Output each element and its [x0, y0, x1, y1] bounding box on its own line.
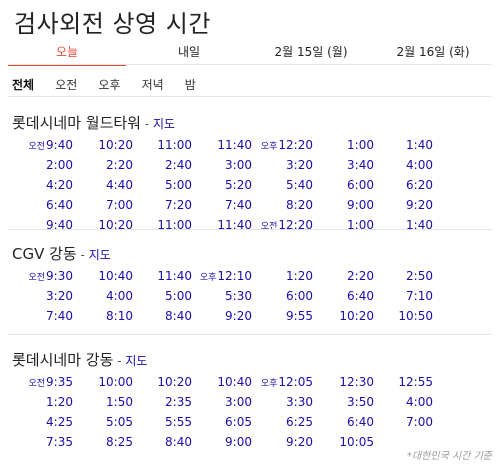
showtime-link[interactable]: 10:05 — [302, 435, 374, 449]
timezone-note: *대한민국 시간 기준 — [407, 451, 492, 462]
showtime-value: 9:20 — [406, 198, 433, 212]
showtime-link[interactable]: 7:10 — [361, 289, 433, 303]
showtime-link[interactable]: 7:00 — [361, 415, 433, 429]
showtime-value: 7:00 — [406, 415, 433, 429]
showtime-link[interactable]: 12:55 — [361, 375, 433, 389]
date-tabs-divider — [8, 64, 492, 65]
filter-morning[interactable]: 오전 — [55, 76, 77, 93]
map-link[interactable]: 지도 — [125, 354, 147, 368]
theater-title: CGV 강동 — [12, 245, 77, 263]
theater-name: 롯데시네마 강동 - 지도 — [12, 349, 147, 370]
showtime-value: 10:05 — [339, 435, 374, 449]
showtime-row: 6:40 7:00 7:20 7:40 8:20 9:00 9:20 — [0, 198, 500, 214]
filter-all[interactable]: 전체 — [12, 76, 34, 93]
showtime-row: 7:40 8:10 8:40 9:20 9:55 10:20 10:50 — [0, 309, 500, 325]
showtime-row: 3:20 4:00 5:00 5:30 6:00 6:40 7:10 — [0, 289, 500, 305]
showtime-value: 4:00 — [406, 395, 433, 409]
tab-tomorrow[interactable]: 내일 — [130, 42, 248, 64]
ampm-prefix: 오후 — [199, 273, 217, 283]
showtime-row: 9:40 10:20 11:00 11:40 오전12:20 1:00 1:40 — [0, 218, 500, 234]
showtime-link[interactable]: 9:20 — [361, 198, 433, 212]
showtime-link[interactable]: 6:20 — [361, 178, 433, 192]
showtime-value: 4:00 — [406, 158, 433, 172]
filter-tabs: 전체 오전 오후 저녁 밤 — [12, 74, 212, 92]
filter-divider — [8, 96, 492, 97]
map-link[interactable]: 지도 — [89, 248, 111, 262]
ampm-prefix: 오전 — [28, 379, 46, 389]
page-title: 검사외전 상영 시간 — [14, 10, 211, 38]
theater-name: CGV 강동 - 지도 — [12, 243, 111, 264]
theater-name: 롯데시네마 월드타워 - 지도 — [12, 112, 175, 133]
filter-night[interactable]: 밤 — [185, 76, 196, 93]
tab-feb-16[interactable]: 2월 16일 (화) — [374, 42, 492, 64]
showtime-link[interactable]: 4:00 — [361, 158, 433, 172]
ampm-prefix: 오전 — [260, 222, 278, 232]
ampm-prefix: 오후 — [260, 142, 278, 152]
map-separator: - — [140, 117, 153, 131]
showtime-value: 12:55 — [398, 375, 433, 389]
showtime-value: 10:50 — [398, 309, 433, 323]
date-tabs: 오늘 내일 2월 15일 (월) 2월 16일 (화) — [8, 42, 492, 66]
showtime-value: 6:20 — [406, 178, 433, 192]
filter-evening[interactable]: 저녁 — [142, 76, 164, 93]
showtime-link[interactable]: 4:00 — [361, 395, 433, 409]
tab-today[interactable]: 오늘 — [8, 42, 126, 66]
theater-title: 롯데시네마 월드타워 — [12, 114, 141, 132]
showtime-row: 오전9:30 10:40 11:40 오후12:10 1:20 2:20 2:50 — [0, 269, 500, 285]
ampm-prefix: 오후 — [260, 379, 278, 389]
showtime-value: 7:10 — [406, 289, 433, 303]
showtime-row: 4:20 4:40 5:00 5:20 5:40 6:00 6:20 — [0, 178, 500, 194]
showtime-value: 1:40 — [406, 138, 433, 152]
map-separator: - — [76, 248, 89, 262]
showtime-value: 2:50 — [406, 269, 433, 283]
filter-afternoon[interactable]: 오후 — [98, 76, 120, 93]
showtime-link[interactable]: 10:50 — [361, 309, 433, 323]
theater-title: 롯데시네마 강동 — [12, 351, 114, 369]
section-divider — [8, 229, 492, 230]
showtime-row: 4:25 5:05 5:55 6:05 6:25 6:40 7:00 — [0, 415, 500, 431]
showtime-row: 오전9:40 10:20 11:00 11:40 오후12:20 1:00 1:40 — [0, 138, 500, 154]
tab-feb-15[interactable]: 2월 15일 (월) — [252, 42, 370, 64]
map-link[interactable]: 지도 — [153, 117, 175, 131]
showtime-link[interactable]: 2:50 — [361, 269, 433, 283]
map-separator: - — [113, 354, 126, 368]
showtime-link[interactable]: 1:40 — [361, 138, 433, 152]
showtime-row: 2:00 2:20 2:40 3:00 3:20 3:40 4:00 — [0, 158, 500, 174]
ampm-prefix: 오전 — [28, 273, 46, 283]
showtime-row: 1:20 1:50 2:35 3:00 3:30 3:50 4:00 — [0, 395, 500, 411]
ampm-prefix: 오전 — [28, 142, 46, 152]
section-divider — [8, 334, 492, 335]
showtime-row: 오전9:35 10:00 10:20 10:40 오후12:05 12:30 12:55 — [0, 375, 500, 391]
